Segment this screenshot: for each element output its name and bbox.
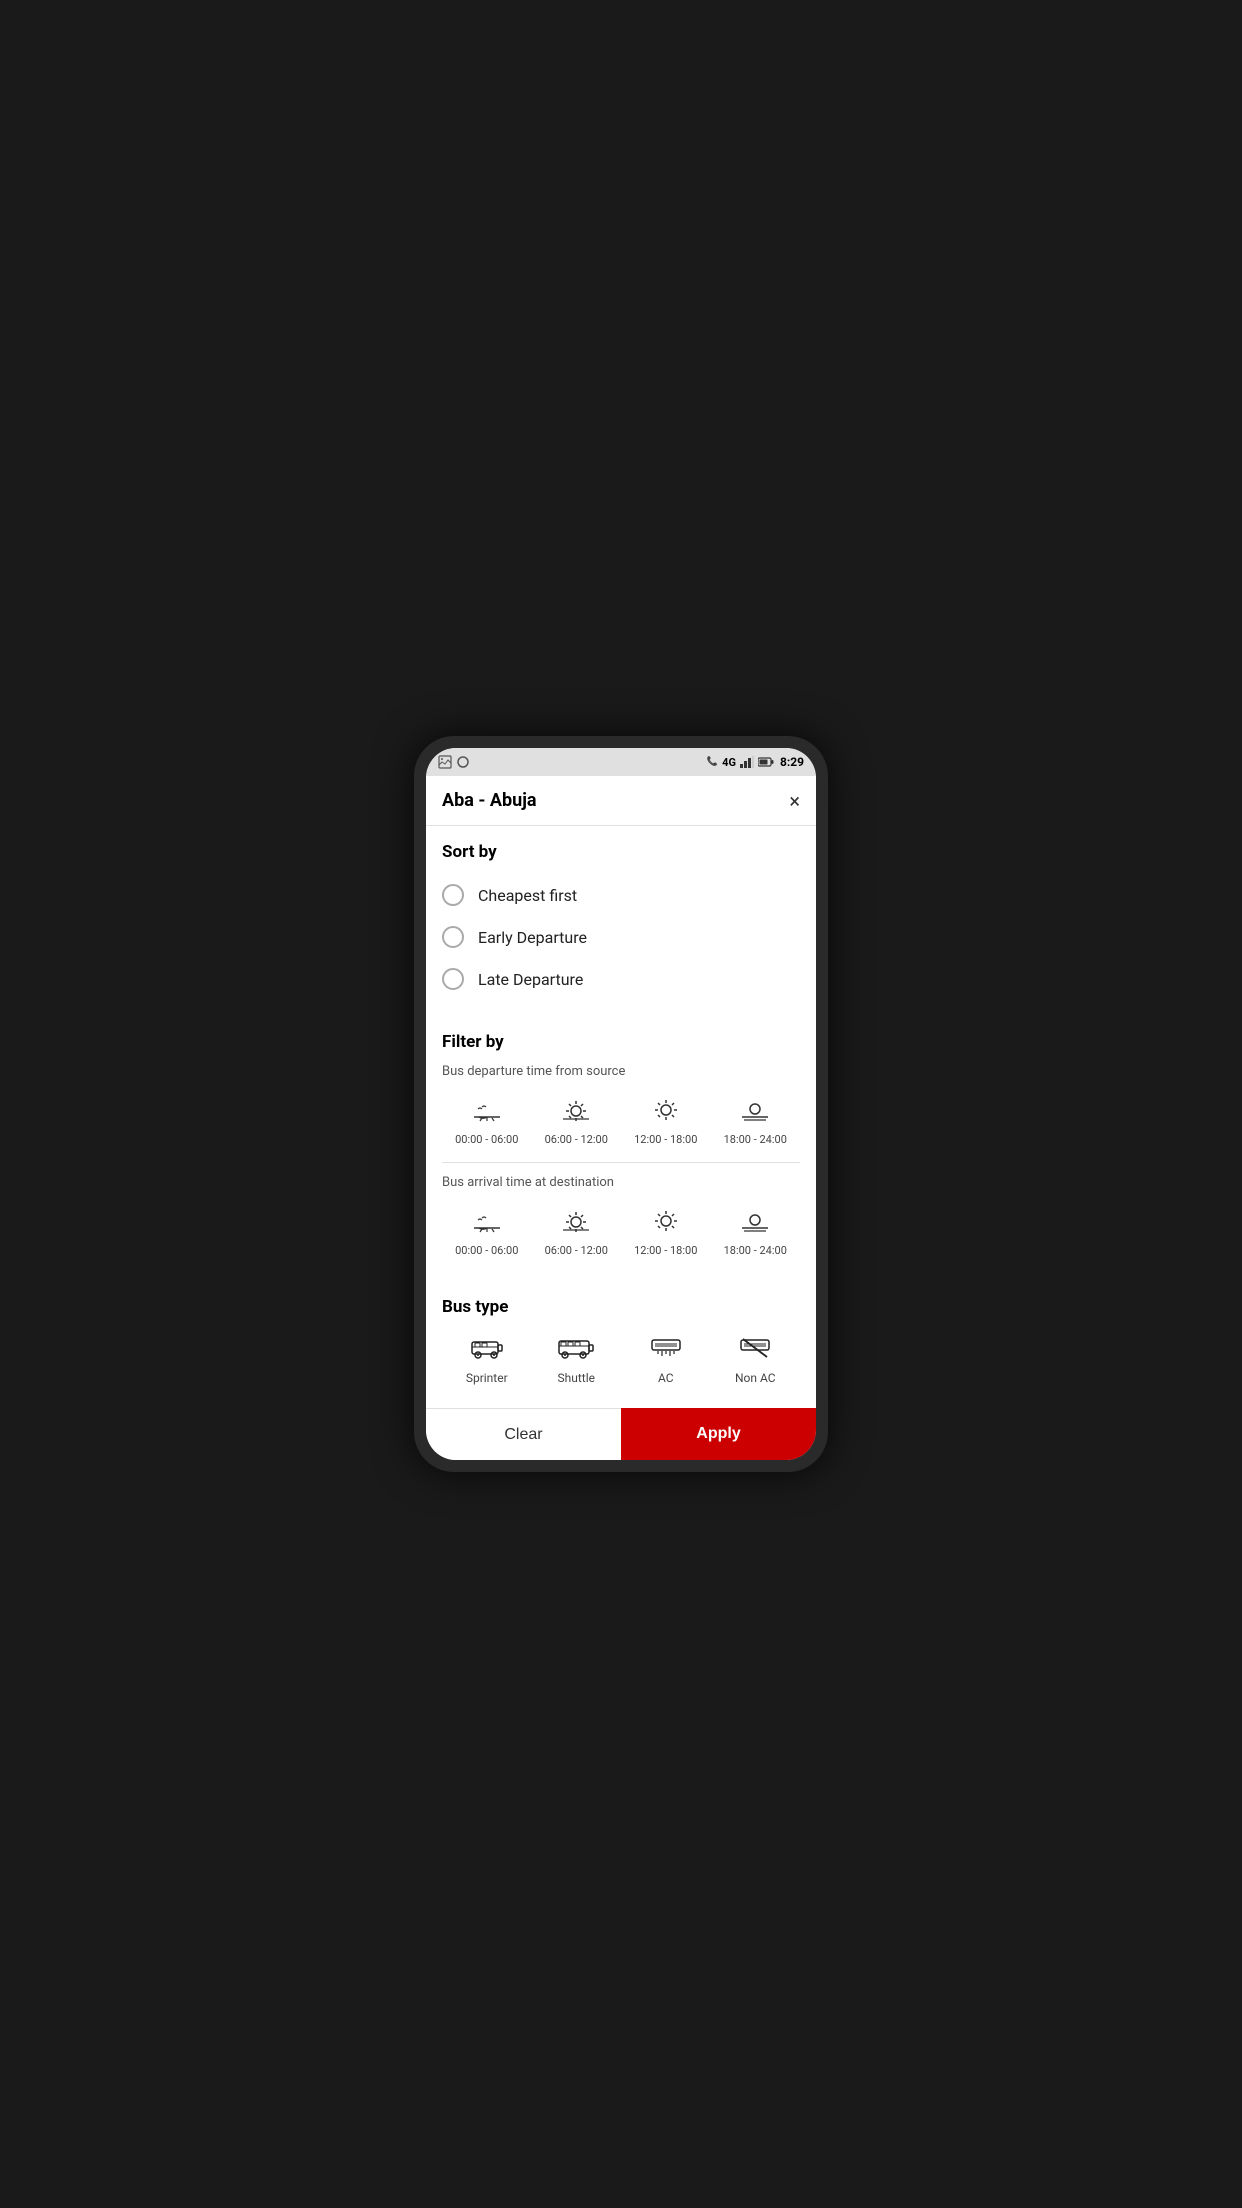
- shuttle-icon: [558, 1337, 594, 1365]
- afternoon-icon: [651, 1099, 681, 1127]
- clear-button[interactable]: Clear: [426, 1408, 621, 1460]
- filter-by-title: Filter by: [442, 1032, 800, 1052]
- departure-slot-morning[interactable]: 06:00 - 12:00: [532, 1099, 622, 1146]
- arrival-slot-evening[interactable]: 18:00 - 24:00: [711, 1210, 801, 1257]
- signal-icon: [740, 756, 754, 768]
- sort-early-label: Early Departure: [478, 928, 587, 947]
- night-icon: [472, 1099, 502, 1127]
- arrival-slot-afternoon-label: 12:00 - 18:00: [634, 1244, 697, 1257]
- apply-button[interactable]: Apply: [621, 1408, 816, 1460]
- bus-type-nonac[interactable]: Non AC: [711, 1337, 801, 1385]
- sort-early-radio[interactable]: [442, 926, 464, 948]
- sort-late-label: Late Departure: [478, 970, 583, 989]
- network-label: 4G: [722, 756, 736, 769]
- arrival-slot-afternoon[interactable]: 12:00 - 18:00: [621, 1210, 711, 1257]
- departure-slot-morning-label: 06:00 - 12:00: [545, 1133, 608, 1146]
- header: Aba - Abuja ×: [426, 776, 816, 826]
- sort-by-section: Sort by Cheapest first Early Departure L…: [426, 826, 816, 1016]
- nonac-label: Non AC: [735, 1371, 776, 1385]
- sort-late-radio[interactable]: [442, 968, 464, 990]
- departure-slot-evening[interactable]: 18:00 - 24:00: [711, 1099, 801, 1146]
- arrival-slot-night-label: 00:00 - 06:00: [455, 1244, 518, 1257]
- bottom-buttons: Clear Apply: [426, 1408, 816, 1460]
- departure-subtitle: Bus departure time from source: [442, 1064, 800, 1079]
- arrival-evening-icon: [740, 1210, 770, 1238]
- image-icon: [438, 755, 452, 769]
- arrival-subtitle: Bus arrival time at destination: [442, 1175, 800, 1190]
- bus-type-shuttle[interactable]: Shuttle: [532, 1337, 622, 1385]
- arrival-time-slots: 00:00 - 06:00: [442, 1202, 800, 1265]
- sprinter-icon: [471, 1337, 503, 1365]
- status-bar: 📞 4G 8:29: [426, 748, 816, 776]
- filter-by-section: Filter by Bus departure time from source: [426, 1016, 816, 1281]
- arrival-night-icon: [472, 1210, 502, 1238]
- status-left: [438, 755, 470, 769]
- sort-late-option[interactable]: Late Departure: [442, 958, 800, 1000]
- arrival-slot-morning-label: 06:00 - 12:00: [545, 1244, 608, 1257]
- arrival-slot-night[interactable]: 00:00 - 06:00: [442, 1210, 532, 1257]
- circle-icon: [456, 755, 470, 769]
- departure-slot-night-label: 00:00 - 06:00: [455, 1133, 518, 1146]
- phone-frame: 📞 4G 8:29: [414, 736, 828, 1472]
- main-content: Aba - Abuja × Sort by Cheapest first Ear…: [426, 776, 816, 1408]
- shuttle-label: Shuttle: [558, 1371, 595, 1385]
- sort-early-option[interactable]: Early Departure: [442, 916, 800, 958]
- arrival-afternoon-icon: [651, 1210, 681, 1238]
- sort-cheapest-option[interactable]: Cheapest first: [442, 874, 800, 916]
- header-title: Aba - Abuja: [442, 790, 537, 811]
- arrival-slot-evening-label: 18:00 - 24:00: [724, 1244, 787, 1257]
- sort-cheapest-radio[interactable]: [442, 884, 464, 906]
- ac-icon: [650, 1337, 682, 1365]
- arrival-morning-icon: [561, 1210, 591, 1238]
- sort-cheapest-label: Cheapest first: [478, 886, 577, 905]
- evening-icon: [740, 1099, 770, 1127]
- departure-slot-afternoon-label: 12:00 - 18:00: [634, 1133, 697, 1146]
- close-button[interactable]: ×: [789, 791, 800, 811]
- status-right: 📞 4G 8:29: [707, 755, 804, 769]
- bus-type-ac[interactable]: AC: [621, 1337, 711, 1385]
- bus-type-title: Bus type: [442, 1297, 800, 1317]
- bus-type-list: Sprinter: [442, 1329, 800, 1393]
- nonac-icon: [739, 1337, 771, 1365]
- divider-time-slots: [442, 1162, 800, 1163]
- arrival-slot-morning[interactable]: 06:00 - 12:00: [532, 1210, 622, 1257]
- bus-type-section: Bus type: [426, 1281, 816, 1408]
- time-label: 8:29: [780, 755, 804, 769]
- departure-time-slots: 00:00 - 06:00: [442, 1091, 800, 1154]
- phone-4g-icon: 📞: [707, 757, 718, 767]
- sort-by-title: Sort by: [442, 842, 800, 862]
- departure-slot-afternoon[interactable]: 12:00 - 18:00: [621, 1099, 711, 1146]
- bus-type-sprinter[interactable]: Sprinter: [442, 1337, 532, 1385]
- battery-icon: [758, 757, 774, 767]
- morning-icon: [561, 1099, 591, 1127]
- departure-slot-evening-label: 18:00 - 24:00: [724, 1133, 787, 1146]
- sprinter-label: Sprinter: [466, 1371, 508, 1385]
- phone-screen: 📞 4G 8:29: [426, 748, 816, 1460]
- departure-slot-night[interactable]: 00:00 - 06:00: [442, 1099, 532, 1146]
- ac-label: AC: [658, 1371, 674, 1385]
